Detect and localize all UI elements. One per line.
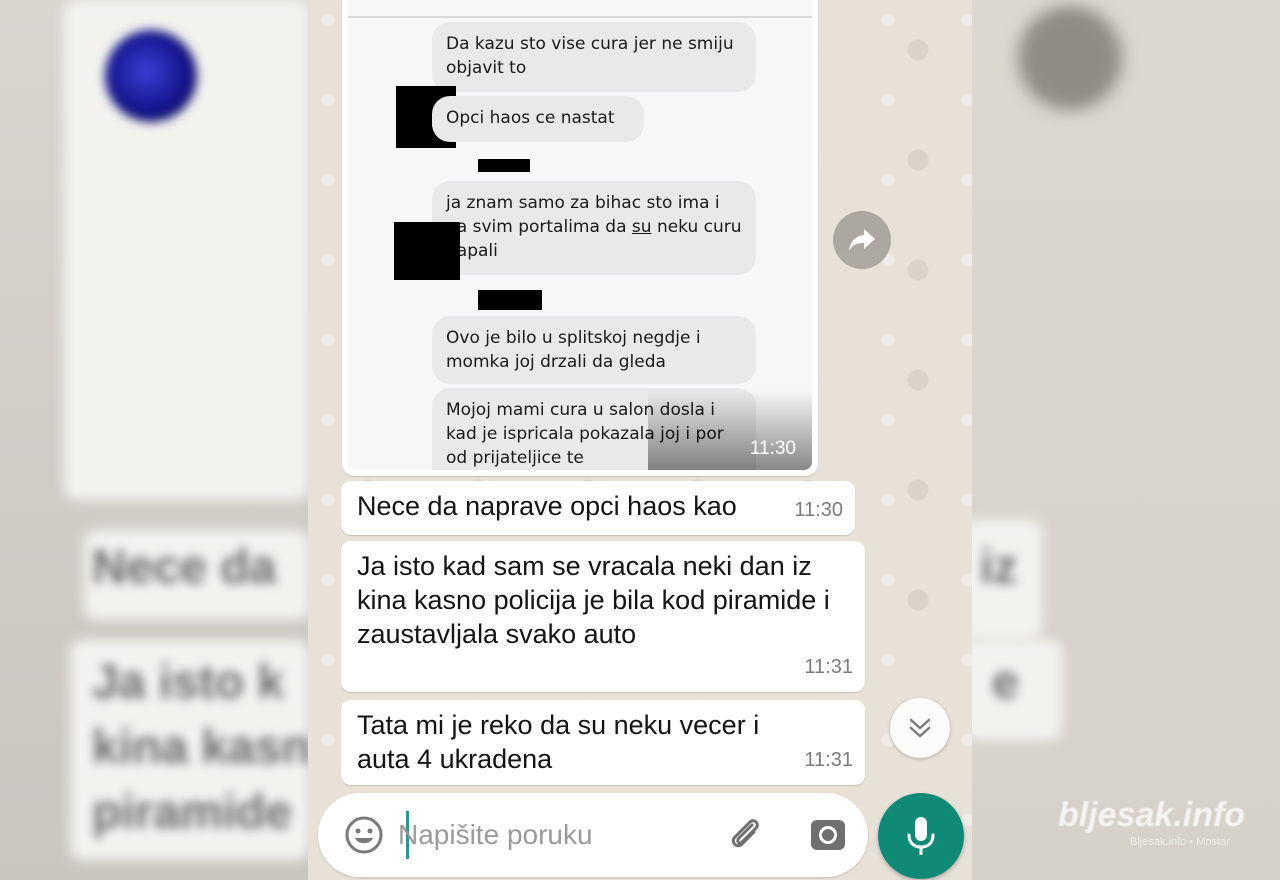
message-time: 11:31 (804, 656, 853, 678)
screenshot-message: ja znam samo za bihac sto ima i na svim … (432, 181, 756, 275)
background-right-blur: iz e (972, 0, 1280, 880)
forward-arrow-icon (849, 229, 875, 251)
voice-record-button[interactable] (878, 793, 964, 879)
message-input[interactable] (398, 811, 698, 859)
redacted-avatar (394, 222, 460, 280)
message-text: Tata mi je reko da su neku vecer i auta … (357, 710, 760, 774)
message-time: 11:30 (749, 438, 796, 459)
chat-message[interactable]: Ja isto kad sam se vracala neki dan iz k… (341, 541, 865, 692)
redacted-name (478, 159, 530, 172)
screenshot-message-text: Ovo je bilo u splitskoj negdje i momka j… (446, 328, 701, 372)
emoji-icon[interactable] (344, 815, 384, 855)
blurred-text: e (992, 656, 1019, 709)
blurred-text: Nece da (92, 541, 277, 594)
double-chevron-down-icon (909, 718, 931, 738)
image-message[interactable]: Da kazu sto vise cura jer ne smiju objav… (342, 0, 818, 476)
chat-screen: Da kazu sto vise cura jer ne smiju objav… (308, 0, 972, 880)
chat-message[interactable]: Tata mi je reko da su neku vecer i auta … (341, 700, 865, 785)
chat-message[interactable]: Nece da naprave opci haos kao 11:30 (341, 481, 855, 535)
message-text: Ja isto kad sam se vracala neki dan iz k… (357, 551, 830, 649)
blurred-text: piramide (92, 786, 293, 839)
redacted-name (478, 290, 542, 310)
watermark-logo: bljesak.info (1058, 796, 1246, 834)
message-text: Nece da naprave opci haos kao (357, 491, 737, 521)
message-time: 11:30 (794, 499, 843, 521)
blurred-fab (1018, 6, 1122, 110)
camera-icon[interactable] (808, 815, 848, 855)
message-time: 11:31 (804, 749, 853, 771)
blurred-text: Ja isto k (92, 656, 285, 709)
blurred-avatar (105, 30, 197, 122)
forward-button[interactable] (833, 211, 891, 269)
screenshot-message-text: Da kazu sto vise cura jer ne smiju objav… (446, 34, 734, 78)
screenshot-image[interactable]: Da kazu sto vise cura jer ne smiju objav… (348, 0, 812, 470)
blurred-text: kina kasn (92, 721, 310, 774)
background-left-blur: Nece da Ja isto k kina kasn piramide (0, 0, 310, 880)
message-composer (318, 793, 868, 877)
blurred-text: iz (980, 541, 1018, 594)
screenshot-message: Ovo je bilo u splitskoj negdje i momka j… (432, 316, 756, 384)
paperclip-icon[interactable] (726, 815, 766, 855)
underlined-word: su (631, 217, 652, 237)
watermark-subtext: Bljesak.info • Mostar (1130, 836, 1230, 848)
screenshot-message: Da kazu sto vise cura jer ne smiju objav… (432, 22, 756, 92)
screenshot-message: Opci haos ce nastat (432, 96, 644, 142)
divider (348, 16, 812, 18)
microphone-icon (907, 817, 935, 855)
scroll-down-button[interactable] (890, 698, 950, 758)
screenshot-message-text: Opci haos ce nastat (446, 108, 615, 128)
